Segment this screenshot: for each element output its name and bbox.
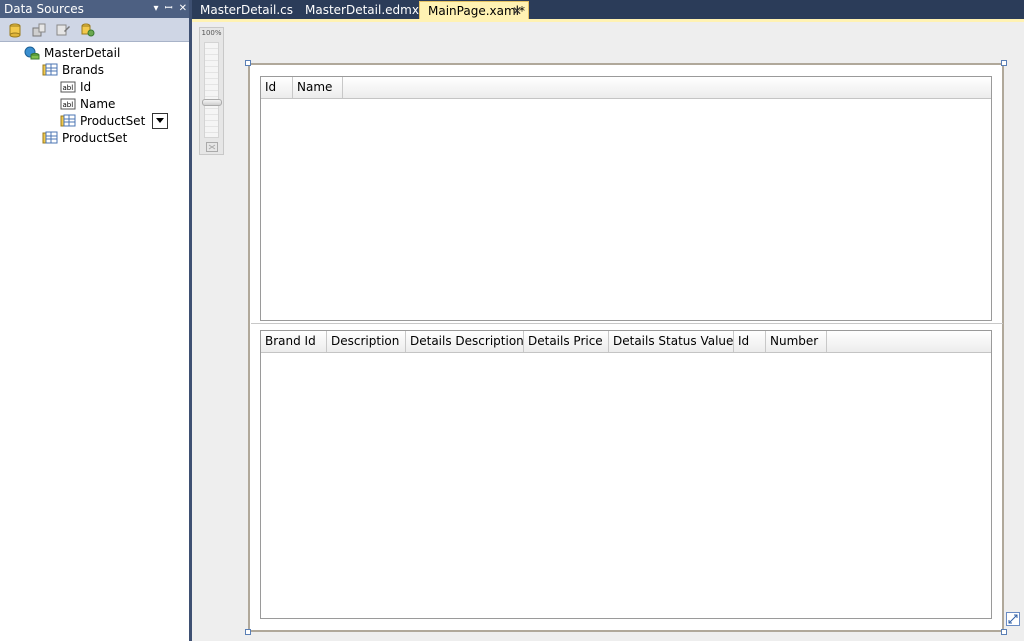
tree-item-label: ProductSet: [62, 130, 128, 145]
tree-item-name[interactable]: abl Name: [60, 95, 115, 112]
table-icon: [42, 62, 58, 78]
data-sources-titlebar: Data Sources ▾ ꟷ ✕: [0, 0, 190, 18]
resize-handle[interactable]: [245, 629, 251, 635]
edit-datasource-icon[interactable]: [30, 21, 48, 39]
chevron-down-icon[interactable]: [152, 112, 169, 129]
zoom-slider-thumb[interactable]: [202, 99, 222, 106]
resize-handle[interactable]: [245, 60, 251, 66]
data-sources-panel: Data Sources ▾ ꟷ ✕ MasterDetail Brands a…: [0, 0, 190, 641]
tab-mainpage-xaml[interactable]: MainPage.xaml* ✕: [419, 1, 529, 20]
column-header[interactable]: Details Price: [524, 331, 609, 352]
tree-item-label: ProductSet: [80, 113, 146, 128]
table-icon: [60, 113, 76, 129]
data-sources-toolbar: [0, 18, 190, 42]
datasource-icon: [24, 45, 40, 61]
panel-dropdown-icon[interactable]: ▾: [153, 0, 158, 18]
svg-text:abl: abl: [63, 84, 74, 92]
detail-grid-header: Brand Id Description Details Description…: [261, 331, 991, 353]
configure-datasource-icon[interactable]: [54, 21, 72, 39]
textbox-icon: abl: [60, 96, 76, 112]
zoom-slider-track[interactable]: [204, 42, 219, 138]
pin-icon[interactable]: ꟷ: [164, 0, 172, 18]
resize-handle[interactable]: [1001, 629, 1007, 635]
column-header[interactable]: Id: [734, 331, 766, 352]
add-datasource-icon[interactable]: [6, 21, 24, 39]
column-header[interactable]: Id: [261, 77, 293, 98]
tree-item-productset[interactable]: ProductSet: [42, 129, 127, 146]
tab-masterdetail-cs[interactable]: MasterDetail.cs: [192, 1, 293, 20]
close-icon[interactable]: ✕: [179, 0, 187, 18]
tree-item-productset-nested[interactable]: ProductSet: [60, 112, 169, 129]
table-icon: [42, 130, 58, 146]
zoom-control: 100%: [199, 27, 224, 155]
tree-item-id[interactable]: abl Id: [60, 78, 91, 95]
tree-item-brands[interactable]: Brands: [42, 61, 104, 78]
column-header[interactable]: Brand Id: [261, 331, 327, 352]
tab-label: MasterDetail.edmx: [305, 3, 419, 17]
data-sources-title: Data Sources: [4, 2, 84, 16]
resize-handle[interactable]: [1001, 60, 1007, 66]
xaml-designer: 100% Id Name Brand Id Description Detail…: [192, 22, 1024, 641]
tree-item-label: Id: [80, 79, 92, 94]
document-tabstrip: MasterDetail.cs MasterDetail.edmx MainPa…: [192, 0, 1024, 20]
column-header[interactable]: Details Description: [406, 331, 524, 352]
refresh-datasource-icon[interactable]: [78, 21, 96, 39]
fit-to-window-icon[interactable]: [205, 141, 219, 153]
design-artboard[interactable]: Id Name Brand Id Description Details Des…: [245, 60, 1007, 635]
master-datagrid[interactable]: Id Name: [260, 76, 992, 321]
tree-item-label: Name: [80, 96, 116, 111]
zoom-level: 100%: [201, 29, 222, 37]
tab-masterdetail-edmx[interactable]: MasterDetail.edmx: [297, 1, 419, 20]
column-header[interactable]: Details Status Value: [609, 331, 734, 352]
svg-text:abl: abl: [63, 101, 74, 109]
master-grid-header: Id Name: [261, 77, 991, 99]
detail-datagrid[interactable]: Brand Id Description Details Description…: [260, 330, 992, 619]
tab-label: MasterDetail.cs: [200, 3, 293, 17]
column-header[interactable]: Name: [293, 77, 343, 98]
resize-grip-icon[interactable]: [1006, 612, 1020, 626]
tree-item-label: MasterDetail: [44, 45, 121, 60]
column-header[interactable]: Number: [766, 331, 827, 352]
tree-item-label: Brands: [62, 62, 104, 77]
tree-item-masterdetail[interactable]: MasterDetail: [24, 44, 120, 61]
tab-label: MainPage.xaml*: [428, 4, 525, 18]
textbox-icon: abl: [60, 79, 76, 95]
column-header[interactable]: Description: [327, 331, 406, 352]
grid-row-divider: [251, 323, 1003, 324]
